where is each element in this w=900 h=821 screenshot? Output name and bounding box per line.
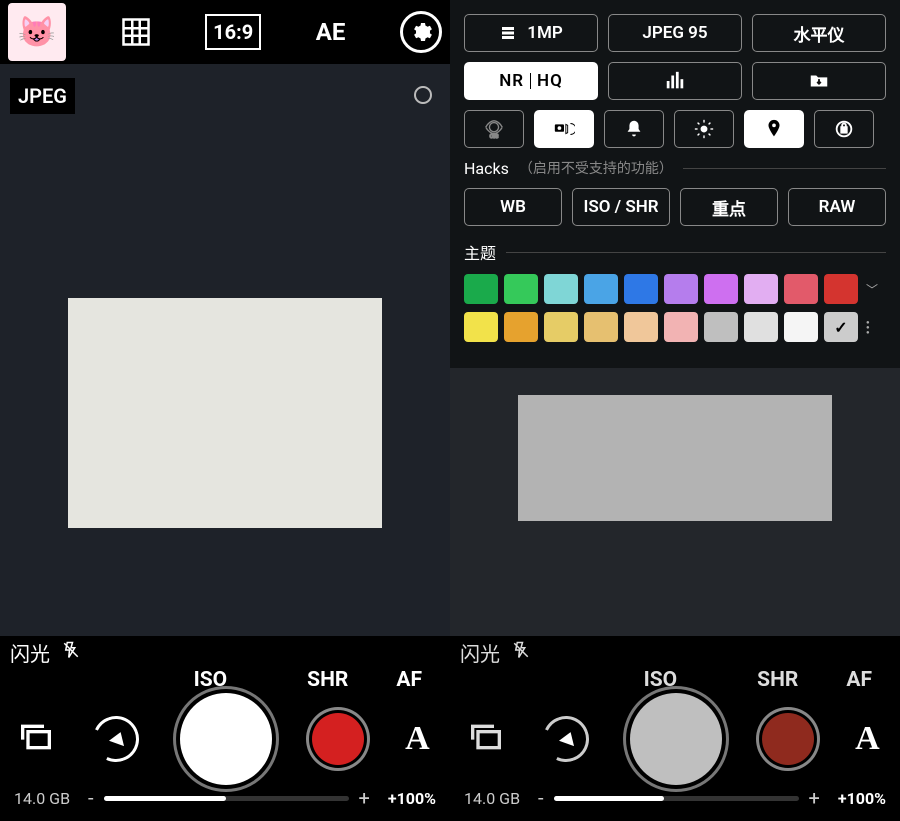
shutter-button[interactable]: [180, 693, 272, 785]
theme-swatch[interactable]: [624, 312, 658, 342]
camera-preview[interactable]: [68, 298, 382, 528]
theme-title: 主题: [464, 240, 496, 264]
geotag-button[interactable]: [744, 110, 804, 148]
theme-swatch[interactable]: [504, 274, 538, 304]
rotation-lock-button[interactable]: [814, 110, 874, 148]
raw-button[interactable]: RAW: [788, 188, 886, 226]
theme-swatch[interactable]: [784, 274, 818, 304]
af-label[interactable]: AF: [846, 668, 872, 692]
minus-sign: -: [88, 786, 94, 810]
hacks-title: Hacks: [464, 159, 509, 178]
theme-swatch[interactable]: [544, 274, 578, 304]
theme-swatch[interactable]: [624, 274, 658, 304]
shutter-button[interactable]: [630, 693, 722, 785]
minus-sign: -: [538, 786, 544, 810]
swatch-row-1: ﹀: [464, 274, 886, 304]
theme-swatch[interactable]: [784, 312, 818, 342]
iso-label[interactable]: ISO: [644, 668, 678, 692]
theme-swatch[interactable]: [744, 312, 778, 342]
camera-pane-right: 1MP JPEG 95 水平仪 NRHQ OIS: [450, 0, 900, 821]
theme-swatch[interactable]: [584, 312, 618, 342]
auto-mode-button[interactable]: A: [405, 720, 430, 758]
ois-button[interactable]: OIS: [464, 110, 524, 148]
level-button[interactable]: 水平仪: [752, 14, 886, 52]
focus-ring-icon[interactable]: [414, 86, 432, 104]
save-folder-button[interactable]: [752, 62, 886, 100]
bottom-bar: 闪光 ISO SHR AF A 14.0 GB - +: [0, 636, 450, 821]
camera-preview-right[interactable]: [518, 395, 832, 521]
focus-button[interactable]: 重点: [680, 188, 778, 226]
theme-swatch[interactable]: [824, 274, 858, 304]
settings-panel: 1MP JPEG 95 水平仪 NRHQ OIS: [450, 0, 900, 368]
settings-gear-icon[interactable]: [400, 11, 442, 53]
wb-button[interactable]: WB: [464, 188, 562, 226]
theme-swatch[interactable]: [664, 312, 698, 342]
gallery-thumbnail[interactable]: [8, 3, 66, 61]
swatch-row-2: ●●●: [464, 312, 886, 342]
plus-sign: +: [809, 786, 820, 810]
chevron-down-icon[interactable]: ﹀: [866, 281, 878, 298]
theme-swatch[interactable]: [464, 312, 498, 342]
flash-off-icon[interactable]: [512, 640, 530, 664]
nr-hq-button[interactable]: NRHQ: [464, 62, 598, 100]
flash-label[interactable]: 闪光: [460, 638, 500, 667]
hacks-subtitle: （启用不受支持的功能）: [519, 158, 673, 178]
theme-swatch[interactable]: [664, 274, 698, 304]
storage-label: 14.0 GB: [464, 789, 520, 808]
theme-swatch[interactable]: [704, 312, 738, 342]
iso-shr-button[interactable]: ISO / SHR: [572, 188, 670, 226]
aspect-ratio-button[interactable]: 16:9: [205, 14, 261, 50]
theme-swatch[interactable]: [584, 274, 618, 304]
jpeg-quality-button[interactable]: JPEG 95: [608, 14, 742, 52]
auto-mode-button[interactable]: A: [855, 720, 880, 758]
theme-swatch[interactable]: [744, 274, 778, 304]
theme-swatch[interactable]: [544, 312, 578, 342]
af-label[interactable]: AF: [396, 668, 422, 692]
theme-swatch[interactable]: [704, 274, 738, 304]
zoom-label[interactable]: +100%: [838, 789, 886, 808]
record-button[interactable]: [312, 713, 364, 765]
exposure-slider[interactable]: - +: [88, 786, 370, 810]
camera-pane-left: 16:9 AE JPEG 闪光 ISO SHR AF A: [0, 0, 450, 821]
grid-icon[interactable]: [121, 17, 151, 47]
bottom-bar-right: 闪光 ISO SHR AF A 14.0 GB - +: [450, 636, 900, 821]
record-button[interactable]: [762, 713, 814, 765]
storage-label: 14.0 GB: [14, 789, 70, 808]
theme-swatch[interactable]: [504, 312, 538, 342]
shr-label[interactable]: SHR: [757, 668, 798, 692]
plus-sign: +: [359, 786, 370, 810]
resolution-button[interactable]: 1MP: [464, 14, 598, 52]
iso-label[interactable]: ISO: [194, 668, 228, 692]
theme-swatch[interactable]: [464, 274, 498, 304]
flash-off-icon[interactable]: [62, 640, 80, 664]
shr-label[interactable]: SHR: [307, 668, 348, 692]
shutter-sound-button[interactable]: [534, 110, 594, 148]
notification-button[interactable]: [604, 110, 664, 148]
histogram-button[interactable]: [608, 62, 742, 100]
timer-icon[interactable]: [87, 710, 146, 769]
svg-text:OIS: OIS: [490, 134, 499, 140]
flash-label[interactable]: 闪光: [10, 638, 50, 667]
exposure-slider[interactable]: - +: [538, 786, 820, 810]
timer-icon[interactable]: [537, 710, 596, 769]
format-badge: JPEG: [10, 78, 75, 114]
mode-stack-icon[interactable]: [470, 721, 502, 757]
mode-stack-icon[interactable]: [20, 721, 52, 757]
zoom-label[interactable]: +100%: [388, 789, 436, 808]
more-dots-icon[interactable]: ●●●: [866, 320, 870, 335]
top-bar: 16:9 AE: [0, 0, 450, 64]
theme-swatch-selected[interactable]: [824, 312, 858, 342]
ae-button[interactable]: AE: [316, 18, 346, 46]
brightness-button[interactable]: [674, 110, 734, 148]
